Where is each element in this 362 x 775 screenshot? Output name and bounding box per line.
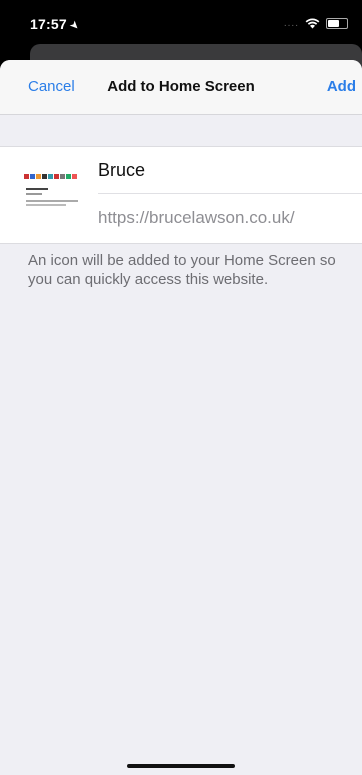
hint-text: An icon will be added to your Home Scree… [28, 252, 336, 288]
thumbnail-logo [24, 174, 77, 179]
signal-dots: .... [283, 18, 299, 29]
name-input[interactable] [98, 157, 353, 183]
status-indicators: .... [284, 18, 348, 29]
site-url: https://brucelawson.co.uk/ [98, 208, 295, 227]
bookmark-form: https://brucelawson.co.uk/ [0, 146, 362, 244]
battery-icon [326, 18, 348, 29]
navigation-bar: Cancel Add to Home Screen Add [0, 60, 362, 115]
page-title: Add to Home Screen [107, 78, 255, 95]
add-to-home-sheet: Cancel Add to Home Screen Add https://br… [0, 60, 362, 775]
site-thumbnail [22, 168, 86, 222]
add-button[interactable]: Add [327, 78, 356, 95]
location-arrow-icon: ➤ [66, 18, 82, 34]
status-time: 17:57➤ [30, 16, 82, 33]
status-time-text: 17:57 [30, 16, 67, 32]
wifi-icon [305, 18, 320, 29]
name-field[interactable] [98, 147, 362, 194]
home-indicator[interactable] [127, 764, 235, 768]
